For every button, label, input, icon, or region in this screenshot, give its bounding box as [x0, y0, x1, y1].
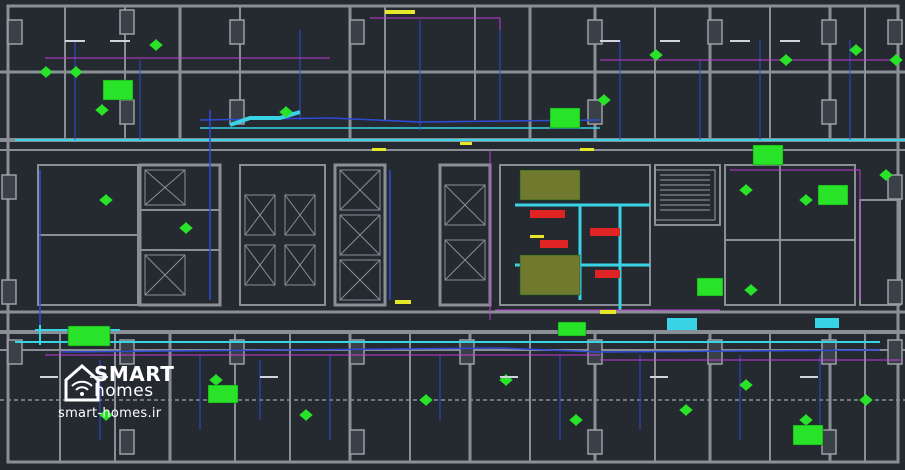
logo-text-homes: homes	[94, 381, 154, 401]
logo-url: smart-homes.ir	[58, 406, 162, 421]
watermark-logo: SMART homes smart-homes.ir	[58, 358, 178, 428]
